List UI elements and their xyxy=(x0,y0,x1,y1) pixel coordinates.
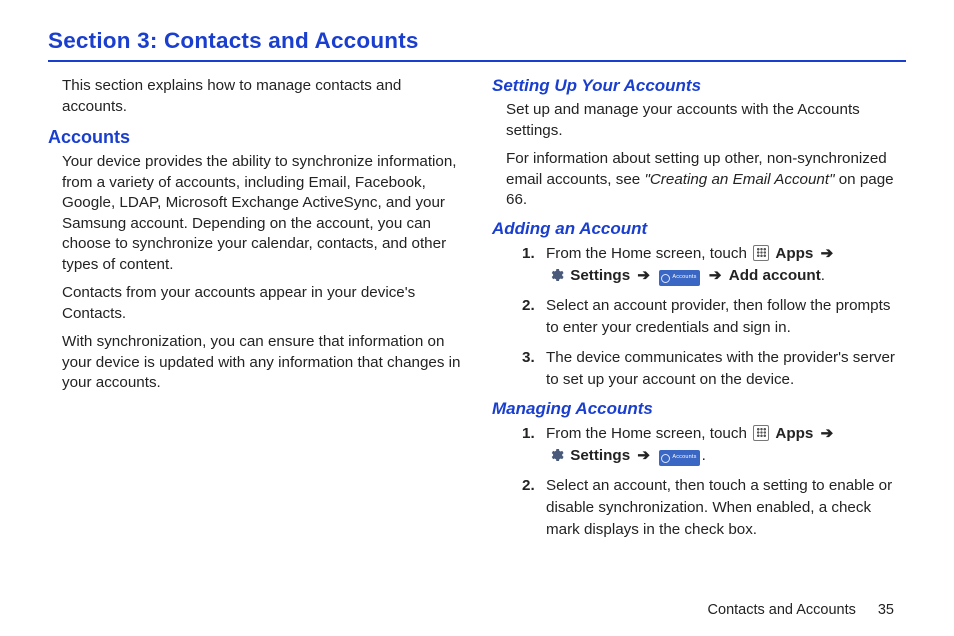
accounts-heading: Accounts xyxy=(48,127,462,148)
gear-icon xyxy=(548,447,564,463)
mstep2-text: Select an account, then touch a setting … xyxy=(546,477,892,538)
setup-heading: Setting Up Your Accounts xyxy=(492,76,906,96)
gear-icon xyxy=(548,267,564,283)
step-number: 1. xyxy=(522,243,535,265)
step2-text: Select an account provider, then follow … xyxy=(546,297,890,336)
columns: This section explains how to manage cont… xyxy=(48,76,906,549)
accounts-icon: Accounts xyxy=(659,270,699,286)
section-title: Section 3: Contacts and Accounts xyxy=(48,28,906,62)
footer: Contacts and Accounts 35 xyxy=(708,602,894,618)
step-number: 2. xyxy=(522,295,535,317)
step-number: 2. xyxy=(522,475,535,497)
add-account-label: Add account xyxy=(729,267,821,284)
adding-step-1: 1. From the Home screen, touch Apps ➔ Se… xyxy=(522,243,906,287)
accounts-p3: With synchronization, you can ensure tha… xyxy=(62,332,462,394)
apps-label: Apps xyxy=(775,245,813,262)
footer-title: Contacts and Accounts xyxy=(708,602,856,618)
arrow-icon: ➔ xyxy=(821,245,834,262)
apps-icon xyxy=(753,245,769,261)
arrow-icon: ➔ xyxy=(709,267,722,284)
step-number: 1. xyxy=(522,423,535,445)
adding-steps: 1. From the Home screen, touch Apps ➔ Se… xyxy=(522,243,906,391)
step1-text-a: From the Home screen, touch xyxy=(546,245,751,262)
page: Section 3: Contacts and Accounts This se… xyxy=(0,0,954,636)
accounts-icon: Accounts xyxy=(659,450,699,466)
arrow-icon: ➔ xyxy=(821,425,834,442)
apps-icon xyxy=(753,425,769,441)
accounts-p1: Your device provides the ability to sync… xyxy=(62,152,462,275)
setup-p1: Set up and manage your accounts with the… xyxy=(506,100,906,141)
accounts-p2: Contacts from your accounts appear in yo… xyxy=(62,283,462,324)
setup-p2: For information about setting up other, … xyxy=(506,149,906,211)
step3-text: The device communicates with the provide… xyxy=(546,349,895,388)
intro-text: This section explains how to manage cont… xyxy=(62,76,462,117)
managing-step-2: 2. Select an account, then touch a setti… xyxy=(522,475,906,541)
settings-label: Settings xyxy=(570,267,630,284)
accounts-icon-label: Accounts xyxy=(672,454,696,462)
step-number: 3. xyxy=(522,347,535,369)
arrow-icon: ➔ xyxy=(637,447,650,464)
accounts-icon-label: Accounts xyxy=(672,274,696,282)
adding-step-2: 2. Select an account provider, then foll… xyxy=(522,295,906,339)
settings-label: Settings xyxy=(570,447,630,464)
arrow-icon: ➔ xyxy=(637,267,650,284)
adding-step-3: 3. The device communicates with the prov… xyxy=(522,347,906,391)
adding-heading: Adding an Account xyxy=(492,219,906,239)
managing-step-1: 1. From the Home screen, touch Apps ➔ Se… xyxy=(522,423,906,467)
mstep1-text-a: From the Home screen, touch xyxy=(546,425,751,442)
page-number: 35 xyxy=(878,602,894,618)
left-column: This section explains how to manage cont… xyxy=(48,76,462,549)
apps-label: Apps xyxy=(775,425,813,442)
right-column: Setting Up Your Accounts Set up and mana… xyxy=(492,76,906,549)
managing-steps: 1. From the Home screen, touch Apps ➔ Se… xyxy=(522,423,906,541)
email-ref-link[interactable]: "Creating an Email Account" xyxy=(644,171,834,188)
managing-heading: Managing Accounts xyxy=(492,399,906,419)
